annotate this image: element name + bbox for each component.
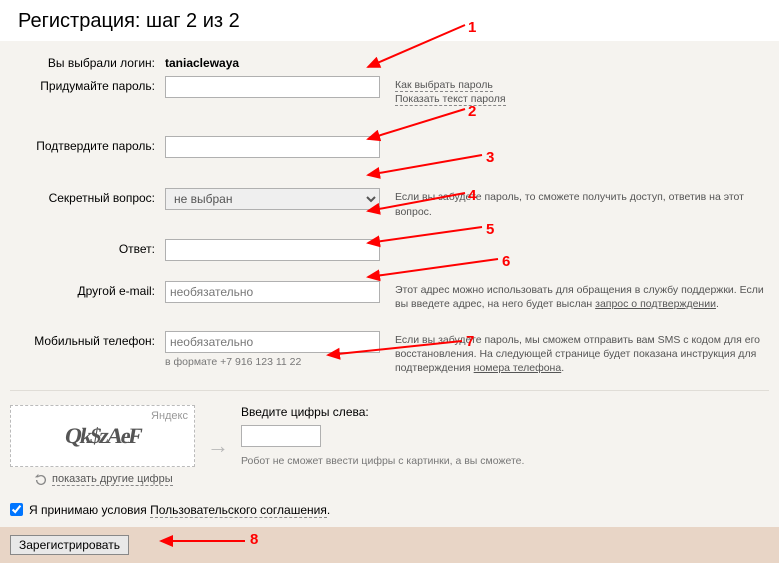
annotation-5: 5 (486, 221, 494, 238)
captcha-label: Введите цифры слева: (241, 405, 769, 419)
captcha-note: Робот не сможет ввести цифры с картинки,… (241, 455, 769, 467)
captcha-block: Яндекс Qk$zAeF показать другие цифры → В… (10, 390, 769, 487)
other-email-input[interactable] (165, 281, 380, 303)
phone-row: Мобильный телефон: в формате +7 916 123 … (10, 331, 769, 376)
captcha-brand: Яндекс (151, 410, 188, 422)
agreement-row: Я принимаю условия Пользовательского сог… (10, 503, 769, 517)
login-row: Вы выбрали логин: taniaclewaya (10, 53, 769, 70)
confirm-password-label: Подтвердите пароль: (10, 136, 165, 153)
phone-hint: Если вы забудете пароль, мы сможем отпра… (387, 331, 769, 376)
confirm-password-row: Подтвердите пароль: (10, 136, 769, 158)
registration-form: Вы выбрали логин: taniaclewaya Придумайт… (0, 41, 779, 527)
captcha-refresh-link[interactable]: показать другие цифры (52, 473, 173, 486)
other-email-row: Другой e-mail: Этот адрес можно использо… (10, 281, 769, 311)
other-email-hint: Этот адрес можно использовать для обраще… (387, 281, 769, 311)
annotation-8: 8 (250, 531, 258, 548)
login-label: Вы выбрали логин: (10, 53, 165, 70)
login-value: taniaclewaya (165, 53, 239, 70)
password-label: Придумайте пароль: (10, 76, 165, 93)
submit-bar: Зарегистрировать 8 (0, 527, 779, 563)
secret-question-hint: Если вы забудете пароль, то сможете полу… (387, 188, 769, 218)
show-password-link[interactable]: Показать текст пароля (395, 93, 506, 106)
agreement-link[interactable]: Пользовательского соглашения (150, 503, 327, 518)
phone-format-hint: в формате +7 916 123 11 22 (165, 356, 387, 368)
phone-label: Мобильный телефон: (10, 331, 165, 348)
secret-question-label: Секретный вопрос: (10, 188, 165, 205)
register-button[interactable]: Зарегистрировать (10, 535, 129, 555)
answer-input[interactable] (165, 239, 380, 261)
page-title: Регистрация: шаг 2 из 2 (0, 0, 779, 41)
captcha-image: Яндекс Qk$zAeF (10, 405, 195, 467)
choose-password-link[interactable]: Как выбрать пароль (395, 79, 493, 92)
captcha-input[interactable] (241, 425, 321, 447)
email-confirm-link[interactable]: запрос о подтверждении (595, 298, 716, 310)
other-email-label: Другой e-mail: (10, 281, 165, 298)
password-row: Придумайте пароль: Как выбрать пароль По… (10, 76, 769, 106)
captcha-scribble: Qk$zAeF (63, 423, 143, 449)
arrow-right-icon: → (207, 433, 229, 459)
phone-confirm-link[interactable]: номера телефона (474, 362, 562, 374)
password-input[interactable] (165, 76, 380, 98)
secret-question-select[interactable]: не выбран (165, 188, 380, 210)
answer-label: Ответ: (10, 239, 165, 256)
answer-row: Ответ: (10, 239, 769, 261)
confirm-password-input[interactable] (165, 136, 380, 158)
phone-input[interactable] (165, 331, 380, 353)
refresh-icon[interactable] (34, 473, 48, 487)
agreement-checkbox[interactable] (10, 503, 23, 516)
secret-question-row: Секретный вопрос: не выбран Если вы забу… (10, 188, 769, 218)
